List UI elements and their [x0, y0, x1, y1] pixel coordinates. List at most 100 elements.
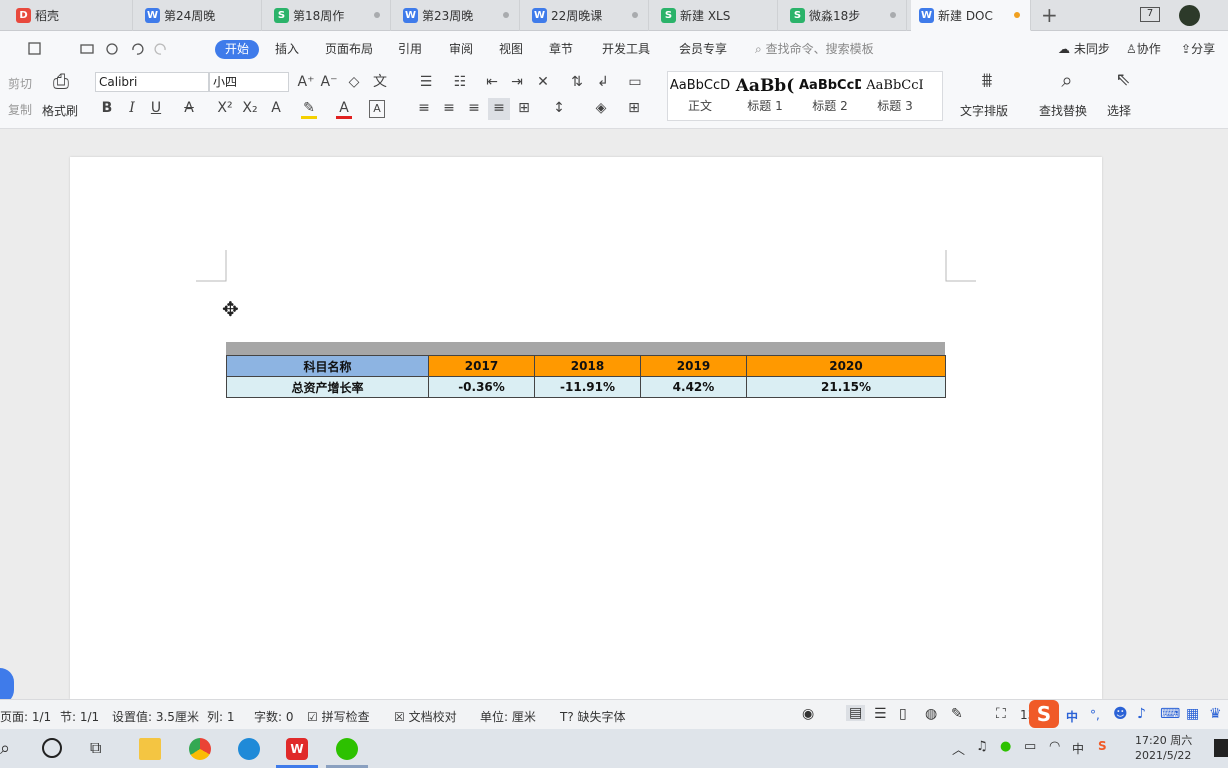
edge-icon[interactable]	[238, 738, 260, 760]
highlight-icon[interactable]: ✎	[301, 100, 317, 119]
decrease-indent-icon[interactable]: ⇤	[483, 74, 501, 90]
subscript-icon[interactable]: X₂	[241, 100, 259, 116]
emoji-icon[interactable]: ☻	[1113, 706, 1128, 722]
command-search[interactable]: ⌕ 查找命令、搜索模板	[755, 39, 874, 59]
style-normal[interactable]: AaBbCcD 正文	[669, 74, 731, 118]
text-effect-icon[interactable]: A	[268, 100, 284, 116]
font-size-select[interactable]: 小四	[209, 72, 289, 92]
char-border-icon[interactable]: A	[369, 100, 385, 118]
doc-check-button[interactable]: ☒ 文档校对	[394, 708, 457, 725]
tab-doc-22[interactable]: W 22周晚课	[524, 0, 649, 31]
menu-member[interactable]: 会员专享	[679, 39, 727, 59]
increase-indent-icon[interactable]: ⇥	[508, 74, 526, 90]
menu-home[interactable]: 开始	[215, 40, 260, 59]
align-center-icon[interactable]: ≡	[441, 100, 457, 116]
sogou-tray-icon[interactable]: S	[1098, 739, 1107, 753]
search-icon[interactable]: ⌕	[0, 738, 22, 760]
tab-doc-23[interactable]: W 第23周晚	[395, 0, 520, 31]
table-cell[interactable]: -0.36%	[428, 376, 535, 398]
spell-check-button[interactable]: ☑ 拼写检查	[307, 708, 370, 725]
skin-icon[interactable]: ♛	[1209, 706, 1222, 722]
table-cell[interactable]: 21.15%	[746, 376, 946, 398]
keyboard-icon[interactable]: ⌨	[1160, 706, 1180, 722]
bullets-icon[interactable]: ☰	[417, 74, 435, 90]
missing-font-button[interactable]: T? 缺失字体	[560, 708, 626, 725]
distributed-icon[interactable]: ⊞	[516, 100, 532, 116]
strikethrough-icon[interactable]: A	[181, 100, 197, 116]
document-page[interactable]	[70, 157, 1102, 699]
underline-icon[interactable]: U	[148, 100, 164, 116]
align-left-icon[interactable]: ≡	[416, 100, 432, 116]
tab-count-icon[interactable]: 7	[1140, 7, 1160, 22]
toolbox-icon[interactable]: ▦	[1186, 706, 1199, 722]
ime-language[interactable]: 中	[1066, 708, 1078, 725]
collab-button[interactable]: ♙协作	[1126, 39, 1161, 59]
tray-chevron-icon[interactable]: ︿	[952, 739, 965, 758]
menu-chapter[interactable]: 章节	[549, 39, 573, 59]
page-view-icon[interactable]: ▤	[846, 705, 866, 721]
copy-button[interactable]: 复制	[8, 101, 32, 118]
tab-doc-24[interactable]: W 第24周晚	[137, 0, 262, 31]
close-dot-icon[interactable]	[374, 12, 380, 18]
superscript-icon[interactable]: X²	[216, 100, 234, 116]
close-dot-icon[interactable]	[503, 12, 509, 18]
table-cell[interactable]: -11.91%	[534, 376, 641, 398]
menu-view[interactable]: 视图	[499, 39, 523, 59]
phonetic-icon[interactable]: 文	[371, 74, 389, 90]
header-year[interactable]: 2018	[534, 355, 641, 377]
task-view-icon[interactable]: ⧉	[90, 738, 112, 760]
page-indicator[interactable]: 页面: 1/1	[0, 708, 51, 725]
reading-view-icon[interactable]: ▯	[899, 706, 907, 722]
menu-insert[interactable]: 插入	[275, 39, 299, 59]
select-button[interactable]: 选择	[1107, 102, 1131, 119]
italic-icon[interactable]: I	[124, 100, 140, 116]
notification-bell-icon[interactable]: ♫	[976, 739, 988, 754]
justify-icon[interactable]: ≡	[488, 98, 510, 120]
wechat-tray-icon[interactable]: ●	[1000, 739, 1011, 754]
menu-review[interactable]: 审阅	[449, 39, 473, 59]
grow-font-icon[interactable]: A⁺	[297, 74, 315, 90]
header-subject[interactable]: 科目名称	[226, 355, 429, 377]
menu-references[interactable]: 引用	[398, 39, 422, 59]
clock-date[interactable]: 2021/5/22	[1135, 749, 1191, 762]
setting-value[interactable]: 设置值: 3.5厘米	[112, 708, 199, 725]
new-tab-plus-icon[interactable]: +	[1041, 3, 1058, 27]
ime-punct-icon[interactable]: °,	[1090, 708, 1100, 722]
find-replace-button[interactable]: 查找替换	[1039, 102, 1087, 119]
tab-sheet-18[interactable]: S 第18周作	[266, 0, 391, 31]
clock-time[interactable]: 17:20 周六	[1135, 732, 1192, 748]
style-heading-1[interactable]: AaBb(标题 1	[734, 74, 796, 118]
word-count[interactable]: 字数: 0	[254, 708, 294, 725]
chinese-layout-icon[interactable]: ✕	[534, 74, 552, 90]
numbering-icon[interactable]: ☷	[451, 74, 469, 90]
align-right-icon[interactable]: ≡	[466, 100, 482, 116]
sort-icon[interactable]: ⇅	[568, 74, 586, 90]
font-name-select[interactable]: Calibri	[95, 72, 209, 92]
format-painter-button[interactable]: 格式刷	[42, 102, 78, 119]
bold-icon[interactable]: B	[99, 100, 115, 116]
tab-new-doc[interactable]: W 新建 DOC	[911, 0, 1031, 31]
cortana-icon[interactable]	[42, 738, 62, 758]
borders-icon[interactable]: ⊞	[626, 100, 642, 116]
tab-new-xls[interactable]: S 新建 XLS	[653, 0, 778, 31]
shrink-font-icon[interactable]: A⁻	[320, 74, 338, 90]
table-cell[interactable]: 4.42%	[640, 376, 747, 398]
unit-indicator[interactable]: 单位: 厘米	[480, 708, 536, 725]
style-heading-3[interactable]: AaBbCcI 标题 3	[864, 74, 926, 118]
wps-icon[interactable]: W	[286, 738, 308, 760]
line-spacing-icon[interactable]: ↕	[551, 100, 567, 116]
paragraph-mark-icon[interactable]: ↲	[594, 74, 612, 90]
menu-developer[interactable]: 开发工具	[602, 39, 650, 59]
fullscreen-icon[interactable]: ⛶	[996, 706, 1006, 722]
mic-icon[interactable]: ♪	[1137, 706, 1146, 722]
eye-icon[interactable]: ◉	[802, 706, 814, 722]
pen-icon[interactable]: ✎	[951, 706, 963, 722]
tab-daoke[interactable]: D 稻壳	[8, 0, 133, 31]
section-indicator[interactable]: 节: 1/1	[60, 708, 99, 725]
font-color-icon[interactable]: A	[336, 100, 352, 119]
battery-icon[interactable]: ▭	[1024, 739, 1036, 754]
row-label[interactable]: 总资产增长率	[226, 376, 429, 398]
tray-ime-indicator[interactable]: 中	[1072, 740, 1084, 757]
ruler-icon[interactable]: ▭	[626, 74, 644, 90]
file-explorer-icon[interactable]	[139, 738, 161, 760]
